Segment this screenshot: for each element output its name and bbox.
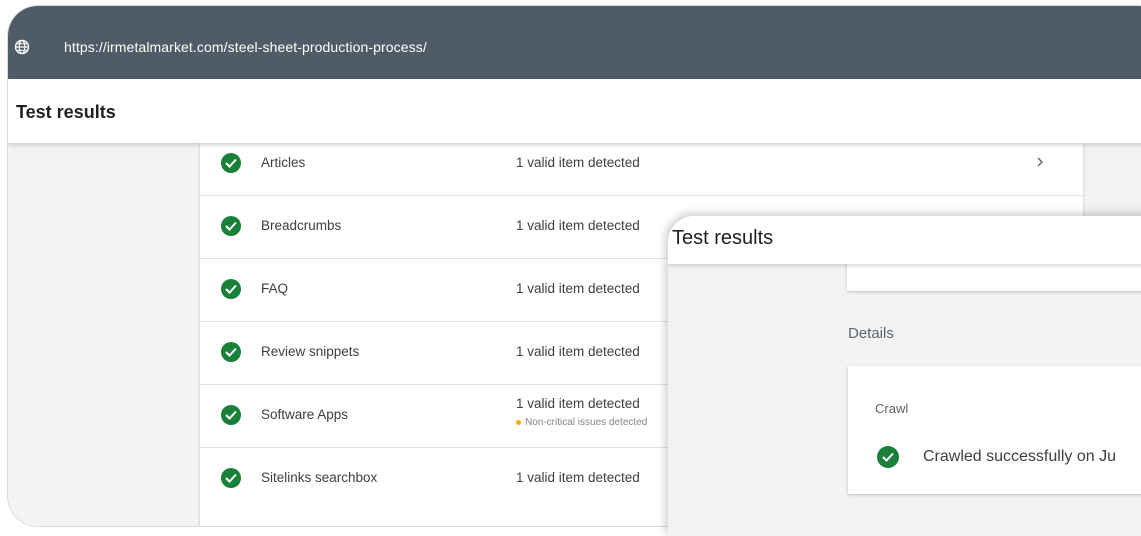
result-name: Sitelinks searchbox [261,470,378,485]
check-circle-icon [221,216,241,236]
result-status: 1 valid item detected [516,218,640,233]
check-circle-icon [221,153,241,173]
result-status: 1 valid item detected [516,396,640,411]
warning-note-text: Non-critical issues detected [525,417,648,428]
result-status: 1 valid item detected [516,470,640,485]
result-status: 1 valid item detected [516,155,640,170]
warning-note: Non-critical issues detected [516,417,647,428]
overlay-panel: Test results Details Crawl Crawled succe… [668,216,1141,536]
overlay-header: Test results [668,216,1141,264]
crawl-title: Crawl [875,401,909,416]
check-circle-icon [221,279,241,299]
chevron-right-icon[interactable] [1035,157,1045,167]
crawl-status: Crawled successfully on Ju [923,448,1116,465]
details-label: Details [848,325,894,342]
result-status: 1 valid item detected [516,281,640,296]
check-circle-icon [221,405,241,425]
result-name: Breadcrumbs [261,218,342,233]
check-circle-icon [221,342,241,362]
warning-dot-icon [516,419,521,425]
check-circle-icon [877,446,899,468]
check-circle-icon [221,468,241,488]
globe-icon [14,39,30,55]
url-bar: https://irmetalmarket.com/steel-sheet-pr… [8,6,1141,79]
result-name: Review snippets [261,344,360,359]
result-name: Articles [261,155,306,170]
page-url[interactable]: https://irmetalmarket.com/steel-sheet-pr… [64,39,427,55]
result-name: FAQ [261,281,289,296]
crawl-card: Crawl Crawled successfully on Ju [848,366,1141,494]
result-status: 1 valid item detected [516,344,640,359]
result-name: Software Apps [261,407,349,422]
overlay-title: Test results [672,227,774,249]
results-header: Test results [8,79,1141,143]
page-title: Test results [16,102,116,122]
